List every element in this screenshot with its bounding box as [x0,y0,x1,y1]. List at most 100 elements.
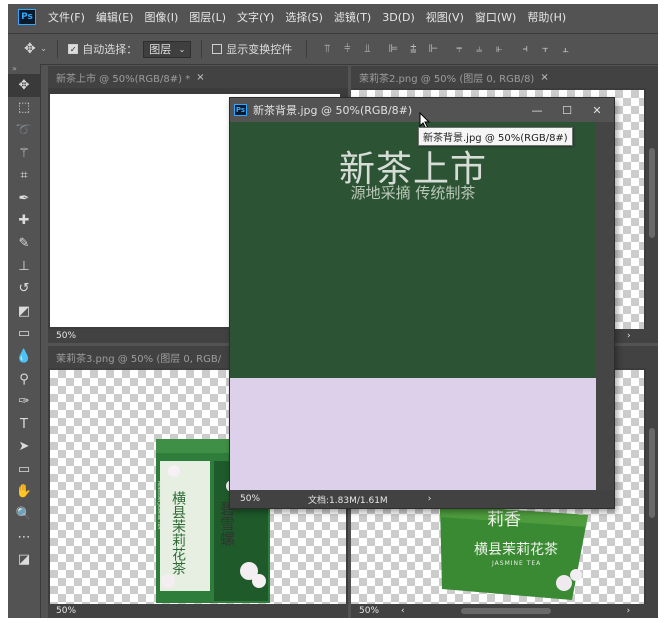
rectangle-tool-icon[interactable]: ▭ [8,458,40,481]
scroll-thumb[interactable] [649,148,655,238]
align-bottom-icon[interactable]: ⫫ [357,42,377,56]
type-tool-icon[interactable]: T [8,413,40,436]
menu-type[interactable]: 文字(Y) [237,9,274,25]
panel-grip-icon[interactable]: » [8,64,40,74]
stamp-tool-icon[interactable]: ⊥ [8,255,40,278]
box-right-name: 横县茉莉花茶 [474,542,558,558]
document-tab[interactable]: 新茶上市 @ 50%(RGB/8#) * × [48,66,348,88]
minimize-button[interactable]: — [522,98,552,122]
photoshop-doc-icon: Ps [234,104,247,116]
separator [306,40,308,58]
blur-tool-icon[interactable]: 💧 [8,345,40,368]
marquee-tool-icon[interactable]: ⬚ [8,97,40,120]
tea-box-right: 莉香 横县茉莉花茶 JASMINE TEA [440,505,590,600]
status-bar: 50% ‹ › [351,604,658,618]
menu-image[interactable]: 图像(I) [144,9,178,25]
status-menu-arrow-icon[interactable]: › [428,494,432,504]
menu-window[interactable]: 窗口(W) [475,9,516,25]
canister-left-side-text: HENGXIAN JASMINE TEA [157,481,162,530]
document-title: 茉莉茶3.png @ 50% (图层 0, RGB/ [56,353,222,365]
distribute-left-icon[interactable]: ⫞ [515,42,535,56]
align-left-icon[interactable]: ⊫ [383,42,403,56]
menu-layer[interactable]: 图层(L) [189,9,226,25]
canvas-subheadline: 源地采摘 传统制茶 [350,184,476,202]
gradient-tool-icon[interactable]: ▭ [8,323,40,346]
distribute-right-icon[interactable]: ⫠ [555,42,575,56]
dodge-tool-icon[interactable]: ⚲ [8,368,40,391]
distribute-bottom-icon[interactable]: ⫦ [489,42,509,56]
horizontal-scroll-thumb[interactable] [461,608,551,614]
zoom-level[interactable]: 50% [56,606,76,616]
zoom-tool-icon[interactable]: 🔍 [8,503,40,526]
align-vcenter-icon[interactable]: ⫩ [337,42,357,56]
close-icon[interactable]: × [540,72,548,83]
auto-select-checkbox[interactable]: ✓ [68,44,79,54]
menu-select[interactable]: 选择(S) [285,9,323,25]
menu-edit[interactable]: 编辑(E) [96,9,134,25]
scroll-thumb[interactable] [649,428,655,518]
pen-tool-icon[interactable]: ✑ [8,390,40,413]
distribute-hcenter-icon[interactable]: ⫟ [535,42,555,56]
scroll-left-icon[interactable]: ‹ [401,606,405,616]
chevron-down-icon[interactable]: ⌄ [40,44,48,54]
document-tab[interactable]: 茉莉茶2.png @ 50% (图层 0, RGB/8) × [351,66,658,88]
align-right-icon[interactable]: ⊩ [423,42,443,56]
hand-tool-icon[interactable]: ✋ [8,481,40,504]
brush-tool-icon[interactable]: ✎ [8,232,40,255]
zoom-level[interactable]: 50% [56,331,76,341]
move-tool-preset-icon[interactable]: ✥ [24,41,36,57]
canvas-green-area[interactable]: 新茶上市 源地采摘 传统制茶 [230,122,596,378]
more-tools-icon[interactable]: ⋯ [8,526,40,549]
move-tool-icon[interactable]: ✥ [8,74,40,97]
document-size: 文档:1.83M/1.61M [308,495,388,506]
show-transform-checkbox[interactable] [212,44,223,54]
close-icon[interactable]: × [196,72,204,83]
menu-filter[interactable]: 滤镜(T) [334,9,371,25]
floating-document-window: Ps 新茶背景.jpg @ 50%(RGB/8#) — ☐ ✕ 新茶上市 源地采… [229,97,615,509]
vertical-scrollbar[interactable] [596,122,614,490]
path-select-tool-icon[interactable]: ➤ [8,436,40,459]
eraser-tool-icon[interactable]: ◩ [8,300,40,323]
crop-tool-icon[interactable]: ⌗ [8,164,40,187]
zoom-level[interactable]: 50% [240,494,260,504]
color-swatches-icon[interactable]: ◪ [8,548,40,571]
canister-left-name: 横县茉莉花茶 [170,491,186,575]
history-brush-tool-icon[interactable]: ↺ [8,277,40,300]
zoom-level[interactable]: 50% [359,606,379,616]
menu-view[interactable]: 视图(V) [426,9,464,25]
chevron-down-icon: ⌄ [178,44,186,54]
eyedropper-tool-icon[interactable]: ✒ [8,187,40,210]
menu-help[interactable]: 帮助(H) [527,9,566,25]
options-bar: ✥ ⌄ ✓ 自动选择： 图层 ⌄ 显示变换控件 ⫪ ⫩ ⫫ ⊫ ⩲ ⊩ ⫧ ⫨ ⫦… [8,33,658,65]
auto-select-dropdown[interactable]: 图层 ⌄ [143,40,192,58]
maximize-button[interactable]: ☐ [552,98,582,122]
auto-select-label: 自动选择： [82,43,138,56]
separator [201,40,203,58]
menu-bar: Ps 文件(F) 编辑(E) 图像(I) 图层(L) 文字(Y) 选择(S) 滤… [8,4,658,30]
auto-select-value: 图层 [149,43,172,56]
canvas-lavender-area[interactable] [230,378,596,490]
close-button[interactable]: ✕ [582,98,612,122]
scroll-right-icon[interactable]: › [627,606,631,616]
floating-status-bar: 50% 文档:1.83M/1.61M › [230,490,614,508]
healing-brush-tool-icon[interactable]: ✚ [8,210,40,233]
magic-wand-tool-icon[interactable]: ⚚ [8,142,40,165]
separator [57,40,59,58]
align-hcenter-icon[interactable]: ⩲ [403,42,423,56]
distribute-top-icon[interactable]: ⫧ [449,42,469,56]
title-tooltip: 新茶背景.jpg @ 50%(RGB/8#) [418,127,573,146]
distribute-vcenter-icon[interactable]: ⫨ [469,42,489,56]
show-transform-label: 显示变换控件 [226,43,293,56]
align-top-icon[interactable]: ⫪ [317,42,337,56]
photoshop-logo-icon: Ps [18,9,36,25]
menu-file[interactable]: 文件(F) [48,9,85,25]
vertical-scrollbar[interactable] [646,368,658,604]
status-bar: 50% [48,604,348,618]
lasso-tool-icon[interactable]: ➰ [8,119,40,142]
floating-window-title: 新茶背景.jpg @ 50%(RGB/8#) [253,104,413,117]
vertical-scrollbar[interactable] [646,88,658,329]
tools-panel: » ✥ ⬚ ➰ ⚚ ⌗ ✒ ✚ ✎ ⊥ ↺ ◩ ▭ 💧 ⚲ ✑ T ➤ ▭ ✋ 🔍 ⋯ ◪ [8,64,41,618]
menu-3d[interactable]: 3D(D) [382,11,415,24]
document-title: 新茶上市 @ 50%(RGB/8#) * [56,73,191,85]
scroll-right-icon[interactable]: › [627,331,631,341]
